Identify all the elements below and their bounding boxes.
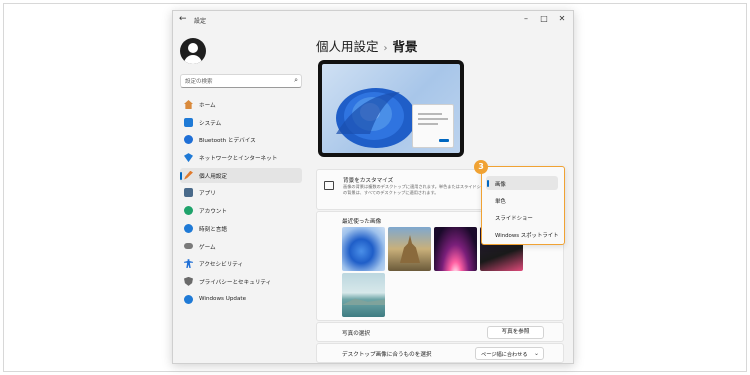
fit-label: デスクトップ画像に合うものを選択 [342, 352, 432, 358]
fit-value: ページ幅に合わせる [481, 352, 528, 358]
option-slideshow[interactable]: スライドショー [486, 210, 558, 224]
recent-image-bloom[interactable] [342, 227, 385, 271]
preview-screen [322, 64, 460, 153]
close-icon[interactable]: ✕ [556, 14, 568, 23]
preview-window-mock [412, 104, 454, 148]
bloom-wallpaper-image [336, 88, 416, 148]
breadcrumb-separator: › [383, 43, 388, 54]
desktop-preview [318, 60, 464, 157]
sidebar-item-accounts[interactable]: アカウント [180, 203, 302, 219]
sidebar-item-gaming[interactable]: ゲーム [180, 239, 302, 255]
account-icon [184, 206, 193, 216]
back-arrow-icon[interactable]: ← [179, 14, 187, 24]
breadcrumb-parent[interactable]: 個人用設定 [316, 39, 379, 54]
sidebar-item-personalization[interactable]: 個人用設定 [180, 167, 302, 184]
search-box[interactable]: ⌕ [180, 74, 302, 88]
background-type-dropdown: 画像 単色 スライドショー Windows スポットライト [481, 166, 565, 245]
fit-row: デスクトップ画像に合うものを選択 ページ幅に合わせる ⌄ [316, 343, 564, 363]
option-solid-color[interactable]: 単色 [486, 193, 558, 207]
recent-image-lake[interactable] [342, 273, 385, 317]
avatar[interactable] [180, 38, 206, 64]
minimize-icon[interactable]: – [520, 14, 532, 23]
recent-image-castle[interactable] [388, 227, 431, 271]
option-windows-spotlight[interactable]: Windows スポットライト [486, 227, 559, 241]
sidebar-item-accessibility[interactable]: アクセシビリティ [180, 256, 302, 272]
fit-dropdown[interactable]: ページ幅に合わせる ⌄ [475, 347, 544, 360]
browse-photos-button[interactable]: 写真を参照 [487, 326, 544, 339]
bluetooth-icon [184, 135, 193, 145]
customize-title: 背景をカスタマイズ [343, 178, 394, 184]
sidebar-item-windows-update[interactable]: Windows Update [180, 292, 302, 308]
recent-images-label: 最近使った画像 [342, 219, 382, 225]
accessibility-icon [184, 259, 193, 269]
sidebar-item-apps[interactable]: アプリ [180, 185, 302, 201]
network-icon [184, 153, 193, 163]
page-title: 背景 [392, 39, 418, 54]
sidebar-item-privacy[interactable]: プライバシーとセキュリティ [180, 274, 302, 290]
shield-icon [184, 276, 193, 286]
title-bar: ← 設定 – □ ✕ [173, 11, 573, 31]
maximize-icon[interactable]: □ [538, 14, 550, 23]
window-title: 設定 [194, 18, 207, 25]
option-picture[interactable]: 画像 [486, 176, 558, 190]
time-language-icon [184, 223, 193, 233]
photo-select-row: 写真の選択 写真を参照 [316, 322, 564, 342]
image-icon [324, 181, 334, 190]
sidebar-item-network[interactable]: ネットワークとインターネット [180, 150, 302, 166]
apps-icon [184, 188, 193, 198]
search-icon[interactable]: ⌕ [294, 76, 298, 85]
sidebar-item-system[interactable]: システム [180, 115, 302, 131]
home-icon [184, 100, 193, 109]
chevron-down-icon: ⌄ [533, 350, 539, 357]
recent-image-glow[interactable] [434, 227, 477, 271]
gaming-icon [184, 242, 193, 249]
sidebar-nav: ホーム システム Bluetooth とデバイス ネットワークとインターネット … [180, 97, 302, 309]
customize-description: 画像の背景は複数のデスクトップに適用されます。単色またはスライドショーの背景は、… [343, 184, 490, 195]
sidebar-item-home[interactable]: ホーム [180, 97, 302, 113]
sidebar-item-bluetooth[interactable]: Bluetooth とデバイス [180, 132, 302, 148]
step-number-badge: 3 [474, 160, 488, 174]
brush-icon [184, 170, 193, 180]
search-input[interactable] [185, 76, 285, 87]
sidebar-item-time-language[interactable]: 時刻と言語 [180, 221, 302, 237]
photo-select-label: 写真の選択 [342, 331, 370, 337]
breadcrumb: 個人用設定 › 背景 [316, 36, 418, 55]
system-icon [184, 117, 193, 127]
windows-update-icon [184, 294, 193, 304]
